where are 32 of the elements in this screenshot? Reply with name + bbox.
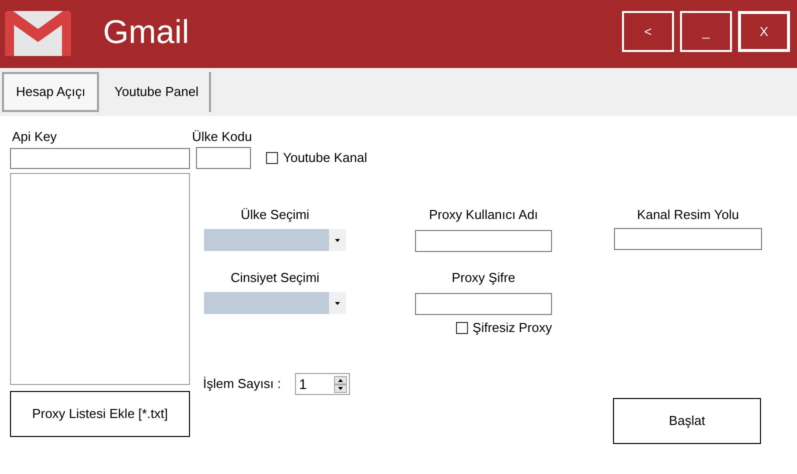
input-field[interactable] bbox=[614, 228, 762, 250]
field-label: Kanal Resim Yolu bbox=[637, 207, 739, 223]
field-label: Cinsiyet Seçimi bbox=[230, 270, 320, 286]
checkbox-label[interactable]: Youtube Kanal bbox=[282, 150, 368, 166]
back-button[interactable]: < bbox=[622, 11, 674, 52]
input-field[interactable] bbox=[415, 230, 552, 252]
checkbox-label[interactable]: Şifresiz Proxy bbox=[472, 320, 552, 336]
envelope-icon bbox=[5, 11, 71, 56]
checkbox[interactable] bbox=[266, 152, 278, 164]
spinner-value: 1 bbox=[299, 376, 308, 392]
add-proxy-list-button[interactable]: Proxy Listesi Ekle [*.txt] bbox=[10, 391, 190, 437]
text-area[interactable] bbox=[10, 173, 190, 385]
start-button[interactable]: Başlat bbox=[613, 398, 761, 444]
field-label: Api Key bbox=[12, 129, 58, 145]
input-field[interactable] bbox=[415, 293, 552, 315]
tab[interactable]: Hesap Açıçı bbox=[2, 72, 100, 112]
close-button[interactable]: X bbox=[738, 11, 790, 52]
field-label: Proxy Kullanıcı Adı bbox=[428, 207, 538, 223]
window-title: Gmail bbox=[103, 12, 190, 52]
field-label: Proxy Şifre bbox=[452, 270, 516, 286]
field-label: Ülke Seçimi bbox=[240, 207, 310, 223]
number-spinner[interactable]: 1 bbox=[295, 373, 350, 395]
field-label: İşlem Sayısı : bbox=[203, 376, 282, 392]
field-label: Ülke Kodu bbox=[192, 129, 252, 145]
input-field[interactable] bbox=[10, 148, 190, 169]
spinner-arrows-icon[interactable] bbox=[334, 376, 347, 392]
minimize-button[interactable]: _ bbox=[680, 11, 732, 52]
tab[interactable]: Youtube Panel bbox=[103, 72, 212, 112]
checkbox[interactable] bbox=[456, 322, 468, 334]
dropdown-arrow-icon bbox=[335, 238, 340, 242]
input-field[interactable] bbox=[196, 147, 251, 169]
dropdown-arrow-icon bbox=[335, 302, 340, 304]
